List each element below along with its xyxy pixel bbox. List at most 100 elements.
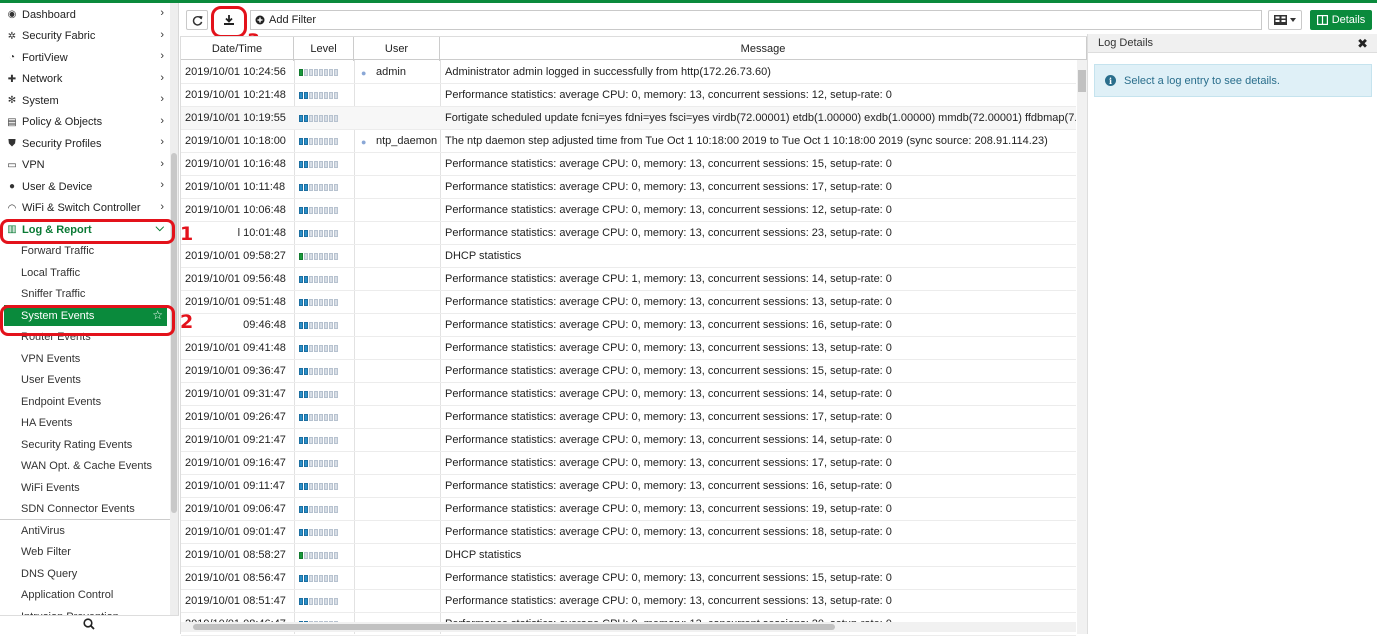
cell-date: l 10:01:48 [237,227,286,239]
cell-user [361,544,441,566]
sidebar-subitem-security-rating-events[interactable]: Security Rating Events [0,434,170,455]
sidebar-subitem-label: WiFi Events [21,481,80,494]
column-settings-button[interactable] [1268,10,1302,30]
table-row[interactable]: 2019/10/01 09:41:48 Performance statistic… [181,337,1076,360]
cell-message: Performance statistics: average CPU: 0, … [445,388,892,400]
cell-date: 2019/10/01 09:16:47 [185,457,286,469]
table-row[interactable]: 2019/10/01 09:11:47 Performance statistic… [181,475,1076,498]
table-row[interactable]: 2019/10/01 08:58:27 DHCP statistics [181,544,1076,567]
table-row[interactable]: 2019/10/01 09:51:48 Performance statistic… [181,291,1076,314]
table-row[interactable]: 2019/10/01 09:01:47 Performance statistic… [181,521,1076,544]
table-row[interactable]: 2019/10/01 09:21:47 Performance statistic… [181,429,1076,452]
table-row[interactable]: 2019/10/01 10:24:56 ● admin Administrator a… [181,61,1076,84]
column-header-message[interactable]: Message [440,37,1087,61]
sidebar-subitem-label: Web Filter [21,546,71,558]
table-row[interactable]: 09:46:48 Performance statistics: average … [181,314,1076,337]
sidebar-item-label: Policy & Objects [22,116,103,128]
filter-input[interactable]: Add Filter [250,10,1262,30]
refresh-icon [192,15,203,26]
sidebar-subitem-endpoint-events[interactable]: Endpoint Events [0,391,170,412]
cell-message: The ntp daemon step adjusted time from T… [445,135,1048,147]
log-toolbar: Add Filter Details [180,3,1377,34]
sidebar-subitem-label: AntiVirus [21,524,65,537]
cell-level [299,314,351,336]
cell-date: 2019/10/01 10:11:48 [185,181,286,193]
table-row[interactable]: 2019/10/01 09:36:47 Performance statistic… [181,360,1076,383]
table-row[interactable]: 2019/10/01 09:58:27 DHCP statistics [181,245,1076,268]
sidebar-item-user-device[interactable]: ● User & Device › [0,176,170,197]
sidebar-subitem-vpn-events[interactable]: VPN Events [0,348,170,369]
refresh-button[interactable] [186,10,208,30]
sidebar-subitem-label: Application Control [21,589,114,601]
sidebar-item-security-profiles[interactable]: ⛊ Security Profiles › [0,133,170,154]
sidebar-subitem-local-traffic[interactable]: Local Traffic [0,262,170,283]
sidebar-item-fortiview[interactable]: ◔ FortiView › [0,47,170,68]
cell-user [361,360,441,382]
sidebar-item-system[interactable]: ✻ System › [0,90,170,111]
table-vertical-scrollbar[interactable] [1077,60,1087,634]
fortiview-icon: ◔ [8,52,16,63]
severity-level-icon [299,298,338,306]
sidebar-subitem-sniffer-traffic[interactable]: Sniffer Traffic [0,284,170,305]
table-row[interactable]: 2019/10/01 10:18:00 ● ntp_daemon The ntp da… [181,130,1076,153]
sidebar-subitem-ha-events[interactable]: HA Events [0,413,170,434]
close-icon[interactable]: ✖ [1357,36,1368,52]
cell-date: 2019/10/01 09:31:47 [185,388,286,400]
table-row[interactable]: 2019/10/01 09:16:47 Performance statistic… [181,452,1076,475]
table-row[interactable]: 2019/10/01 09:06:47 Performance statistic… [181,498,1076,521]
sidebar-subitem-web-filter[interactable]: Web Filter [0,542,170,563]
cell-date: 2019/10/01 10:18:00 [185,135,286,147]
table-row[interactable]: 2019/10/01 09:56:48 Performance statistic… [181,268,1076,291]
cell-user [361,590,441,612]
sidebar-item-network[interactable]: ✚ Network › [0,69,170,90]
cell-level [299,452,351,474]
table-row[interactable]: 2019/10/01 10:16:48 Performance statistic… [181,153,1076,176]
add-filter-button[interactable]: Add Filter [269,14,316,26]
column-header-user[interactable]: User [354,37,440,61]
sidebar-item-vpn[interactable]: ▭ VPN › [0,155,170,176]
column-header-level[interactable]: Level [294,37,354,61]
cell-message: Performance statistics: average CPU: 0, … [445,181,892,193]
sidebar-subitem-antivirus[interactable]: AntiVirus [0,520,170,541]
sidebar-item-label: System [22,94,59,107]
table-row[interactable]: 2019/10/01 10:21:48 Performance statistic… [181,84,1076,107]
cell-date: 2019/10/01 10:16:48 [185,158,286,170]
sidebar-subitem-dns-query[interactable]: DNS Query [0,563,170,584]
table-row[interactable]: 2019/10/01 10:19:55 Fortigate scheduled u… [181,107,1076,130]
sidebar-subitem-wifi-events[interactable]: WiFi Events [0,477,170,498]
sidebar-item-security-fabric[interactable]: ✲ Security Fabric › [0,26,170,47]
sidebar-subitem-application-control[interactable]: Application Control [0,585,170,606]
sidebar-subitem-label: WAN Opt. & Cache Events [21,460,153,472]
details-toggle-button[interactable]: Details [1310,10,1372,30]
table-row[interactable]: 2019/10/01 10:11:48 Performance statistic… [181,176,1076,199]
table-row[interactable]: 2019/10/01 10:06:48 Performance statistic… [181,199,1076,222]
table-row[interactable]: 2019/10/01 08:56:47 Performance statistic… [181,567,1076,590]
chevron-right-icon: › [160,50,164,62]
table-row[interactable]: l 10:01:48 Performance statistics: averag… [181,222,1076,245]
sidebar-item-wifi-switch-controller[interactable]: ◠ WiFi & Switch Controller › [0,198,170,219]
cell-level [299,199,351,221]
cell-user [361,268,441,290]
callout-box-1 [0,219,175,244]
dashboard-icon: ◉ [7,9,17,20]
sidebar-item-dashboard[interactable]: ◉ Dashboard › [0,4,170,25]
table-row[interactable]: 2019/10/01 08:51:47 Performance statistic… [181,590,1076,613]
severity-level-icon [299,459,338,467]
table-vertical-scroll-thumb[interactable] [1078,70,1086,92]
table-row[interactable]: 2019/10/01 09:26:47 Performance statistic… [181,406,1076,429]
info-text: Select a log entry to see details. [1124,74,1280,87]
cell-level [299,544,351,566]
sidebar-subitem-user-events[interactable]: User Events [0,370,170,391]
table-row[interactable]: 2019/10/01 09:31:47 Performance statistic… [181,383,1076,406]
sidebar-item-policy-objects[interactable]: ▤ Policy & Objects › [0,112,170,133]
sidebar-item-label: Security Fabric [22,30,96,42]
table-horizontal-scroll-thumb[interactable] [193,624,835,630]
cell-user [361,314,441,336]
search-icon[interactable] [83,618,95,630]
sidebar-subitem-wan-opt-cache-events[interactable]: WAN Opt. & Cache Events [0,456,170,477]
sidebar-subitem-sdn-connector-events[interactable]: SDN Connector Events [0,499,170,520]
sidebar-search-bar[interactable] [0,615,179,634]
cell-message: Performance statistics: average CPU: 0, … [445,595,892,607]
details-label: Details [1331,14,1366,26]
column-header-date[interactable]: Date/Time [181,37,294,61]
